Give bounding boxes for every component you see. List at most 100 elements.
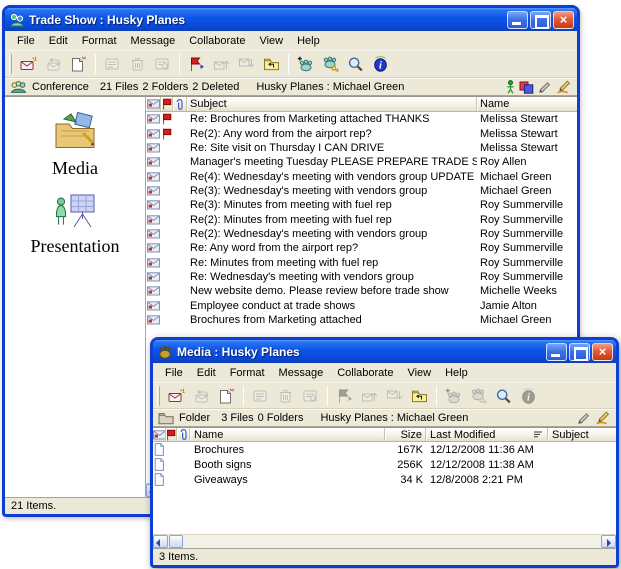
modified-column-label: Last Modified	[430, 429, 495, 441]
attachment-column-header[interactable]	[177, 428, 190, 441]
permissions-button[interactable]	[318, 53, 343, 75]
message-subject: Re: Wednesday's meeting with vendors gro…	[187, 271, 477, 283]
menu-message[interactable]: Message	[272, 365, 331, 381]
envelope-column-header[interactable]	[146, 97, 161, 111]
menu-view[interactable]: View	[252, 33, 290, 49]
info-button[interactable]: i	[368, 53, 393, 75]
sidebar-item-media[interactable]: Media	[5, 111, 145, 179]
message-subject: Re(2): Wednesday's meeting with vendors …	[187, 228, 477, 240]
name-column-header[interactable]: Name	[190, 428, 385, 441]
parent-folder-button[interactable]	[259, 53, 284, 75]
message-row[interactable]: Re: Brochures from Marketing attached TH…	[146, 112, 577, 126]
message-sender: Melissa Stewart	[477, 113, 577, 125]
flag-column-header[interactable]	[161, 97, 173, 111]
new-message-button[interactable]	[164, 385, 189, 407]
parent-folder-icon	[263, 56, 280, 72]
message-row[interactable]: Re(2): Any word from the airport rep? Me…	[146, 126, 577, 140]
envelope-icon	[147, 99, 160, 109]
file-row[interactable]: Brochures 167K 12/12/2008 11:36 AM	[153, 442, 616, 457]
message-row[interactable]: Employee conduct at trade shows Jamie Al…	[146, 298, 577, 312]
message-sender: Roy Allen	[477, 156, 577, 168]
message-subject: Re: Minutes from meeting with fuel rep	[187, 257, 477, 269]
message-sender: Michael Green	[477, 185, 577, 197]
menu-edit[interactable]: Edit	[190, 365, 223, 381]
titlebar[interactable]: Trade Show : Husky Planes ×	[5, 8, 577, 31]
container-path: Husky Planes : Michael Green	[256, 81, 404, 93]
new-message-button[interactable]	[16, 53, 41, 75]
titlebar[interactable]: Media : Husky Planes ×	[153, 340, 616, 363]
menu-collaborate[interactable]: Collaborate	[182, 33, 252, 49]
status-bar: 3 Items.	[153, 548, 616, 565]
size-column-header[interactable]: Size	[385, 428, 426, 441]
message-row[interactable]: Re(4): Wednesday's meeting with vendors …	[146, 169, 577, 183]
message-sender: Roy Summerville	[477, 228, 577, 240]
maximize-button[interactable]	[569, 343, 590, 361]
message-row[interactable]: Re: Any word from the airport rep? Roy S…	[146, 241, 577, 255]
message-row[interactable]: Re: Wednesday's meeting with vendors gro…	[146, 270, 577, 284]
close-button[interactable]: ×	[553, 11, 574, 29]
envelope-column-header[interactable]	[153, 428, 166, 441]
envelope-icon	[146, 200, 161, 210]
menu-view[interactable]: View	[400, 365, 438, 381]
subject-column-header[interactable]: Subject	[548, 428, 616, 441]
message-sender: Roy Summerville	[477, 271, 577, 283]
search-button[interactable]	[491, 385, 516, 407]
menu-file[interactable]: File	[10, 33, 42, 49]
menu-bar: FileEditFormatMessageCollaborateViewHelp	[5, 31, 577, 51]
add-member-button[interactable]	[293, 53, 318, 75]
new-document-button[interactable]	[66, 53, 91, 75]
menu-help[interactable]: Help	[290, 33, 327, 49]
menu-edit[interactable]: Edit	[42, 33, 75, 49]
maximize-button[interactable]	[530, 11, 551, 29]
message-row[interactable]: New website demo. Please review before t…	[146, 284, 577, 298]
flag-column-header[interactable]	[166, 428, 177, 441]
count-label: 2 Deleted	[192, 81, 239, 93]
message-row[interactable]: Re: Minutes from meeting with fuel rep R…	[146, 255, 577, 269]
info-button: i	[516, 385, 541, 407]
sidebar-item-presentation[interactable]: Presentation	[5, 193, 145, 257]
parent-folder-button[interactable]	[407, 385, 432, 407]
next-unread-icon	[238, 56, 255, 72]
envelope-icon	[153, 430, 166, 440]
file-row[interactable]: Booth signs 256K 12/12/2008 11:38 AM	[153, 457, 616, 472]
new-document-icon	[218, 388, 235, 404]
scroll-right-button[interactable]	[601, 535, 616, 548]
page-icon	[153, 458, 166, 471]
scroll-thumb[interactable]	[169, 535, 183, 548]
minimize-button[interactable]	[507, 11, 528, 29]
attachment-column-header[interactable]	[173, 97, 187, 111]
message-row[interactable]: Re(2): Minutes from meeting with fuel re…	[146, 212, 577, 226]
pencil-sign-icon	[556, 80, 572, 94]
search-button[interactable]	[343, 53, 368, 75]
toolbar: i	[153, 383, 616, 409]
paw-app-icon	[157, 344, 173, 360]
subject-column-header[interactable]: Subject	[187, 97, 477, 111]
close-button[interactable]: ×	[592, 343, 613, 361]
message-row[interactable]: Re(3): Minutes from meeting with fuel re…	[146, 198, 577, 212]
menu-help[interactable]: Help	[438, 365, 475, 381]
minimize-button[interactable]	[546, 343, 567, 361]
search-icon	[495, 388, 512, 404]
new-document-button[interactable]	[214, 385, 239, 407]
modified-column-header[interactable]: Last Modified	[426, 428, 548, 441]
file-row[interactable]: Giveaways 34 K 12/8/2008 2:21 PM	[153, 472, 616, 487]
menu-file[interactable]: File	[158, 365, 190, 381]
file-modified: 12/12/2008 11:38 AM	[426, 459, 548, 471]
menu-format[interactable]: Format	[223, 365, 272, 381]
menu-format[interactable]: Format	[75, 33, 124, 49]
message-row[interactable]: Re(2): Wednesday's meeting with vendors …	[146, 227, 577, 241]
flag-button[interactable]	[184, 53, 209, 75]
message-row[interactable]: Re: Site visit on Thursday I CAN DRIVE M…	[146, 141, 577, 155]
paperclip-icon	[174, 98, 185, 111]
message-subject: Re: Site visit on Thursday I CAN DRIVE	[187, 142, 477, 154]
scroll-left-button[interactable]	[153, 535, 168, 548]
message-row[interactable]: Re(3): Wednesday's meeting with vendors …	[146, 184, 577, 198]
menu-message[interactable]: Message	[124, 33, 183, 49]
menu-collaborate[interactable]: Collaborate	[330, 365, 400, 381]
delete-button	[125, 53, 150, 75]
content-area: Name Size Last Modified Subject Brochure…	[153, 427, 616, 548]
message-row[interactable]: Manager's meeting Tuesday PLEASE PREPARE…	[146, 155, 577, 169]
name-column-header[interactable]: Name	[477, 97, 577, 111]
message-row[interactable]: Brochures from Marketing attached Michae…	[146, 313, 577, 327]
horizontal-scrollbar[interactable]	[153, 534, 616, 548]
